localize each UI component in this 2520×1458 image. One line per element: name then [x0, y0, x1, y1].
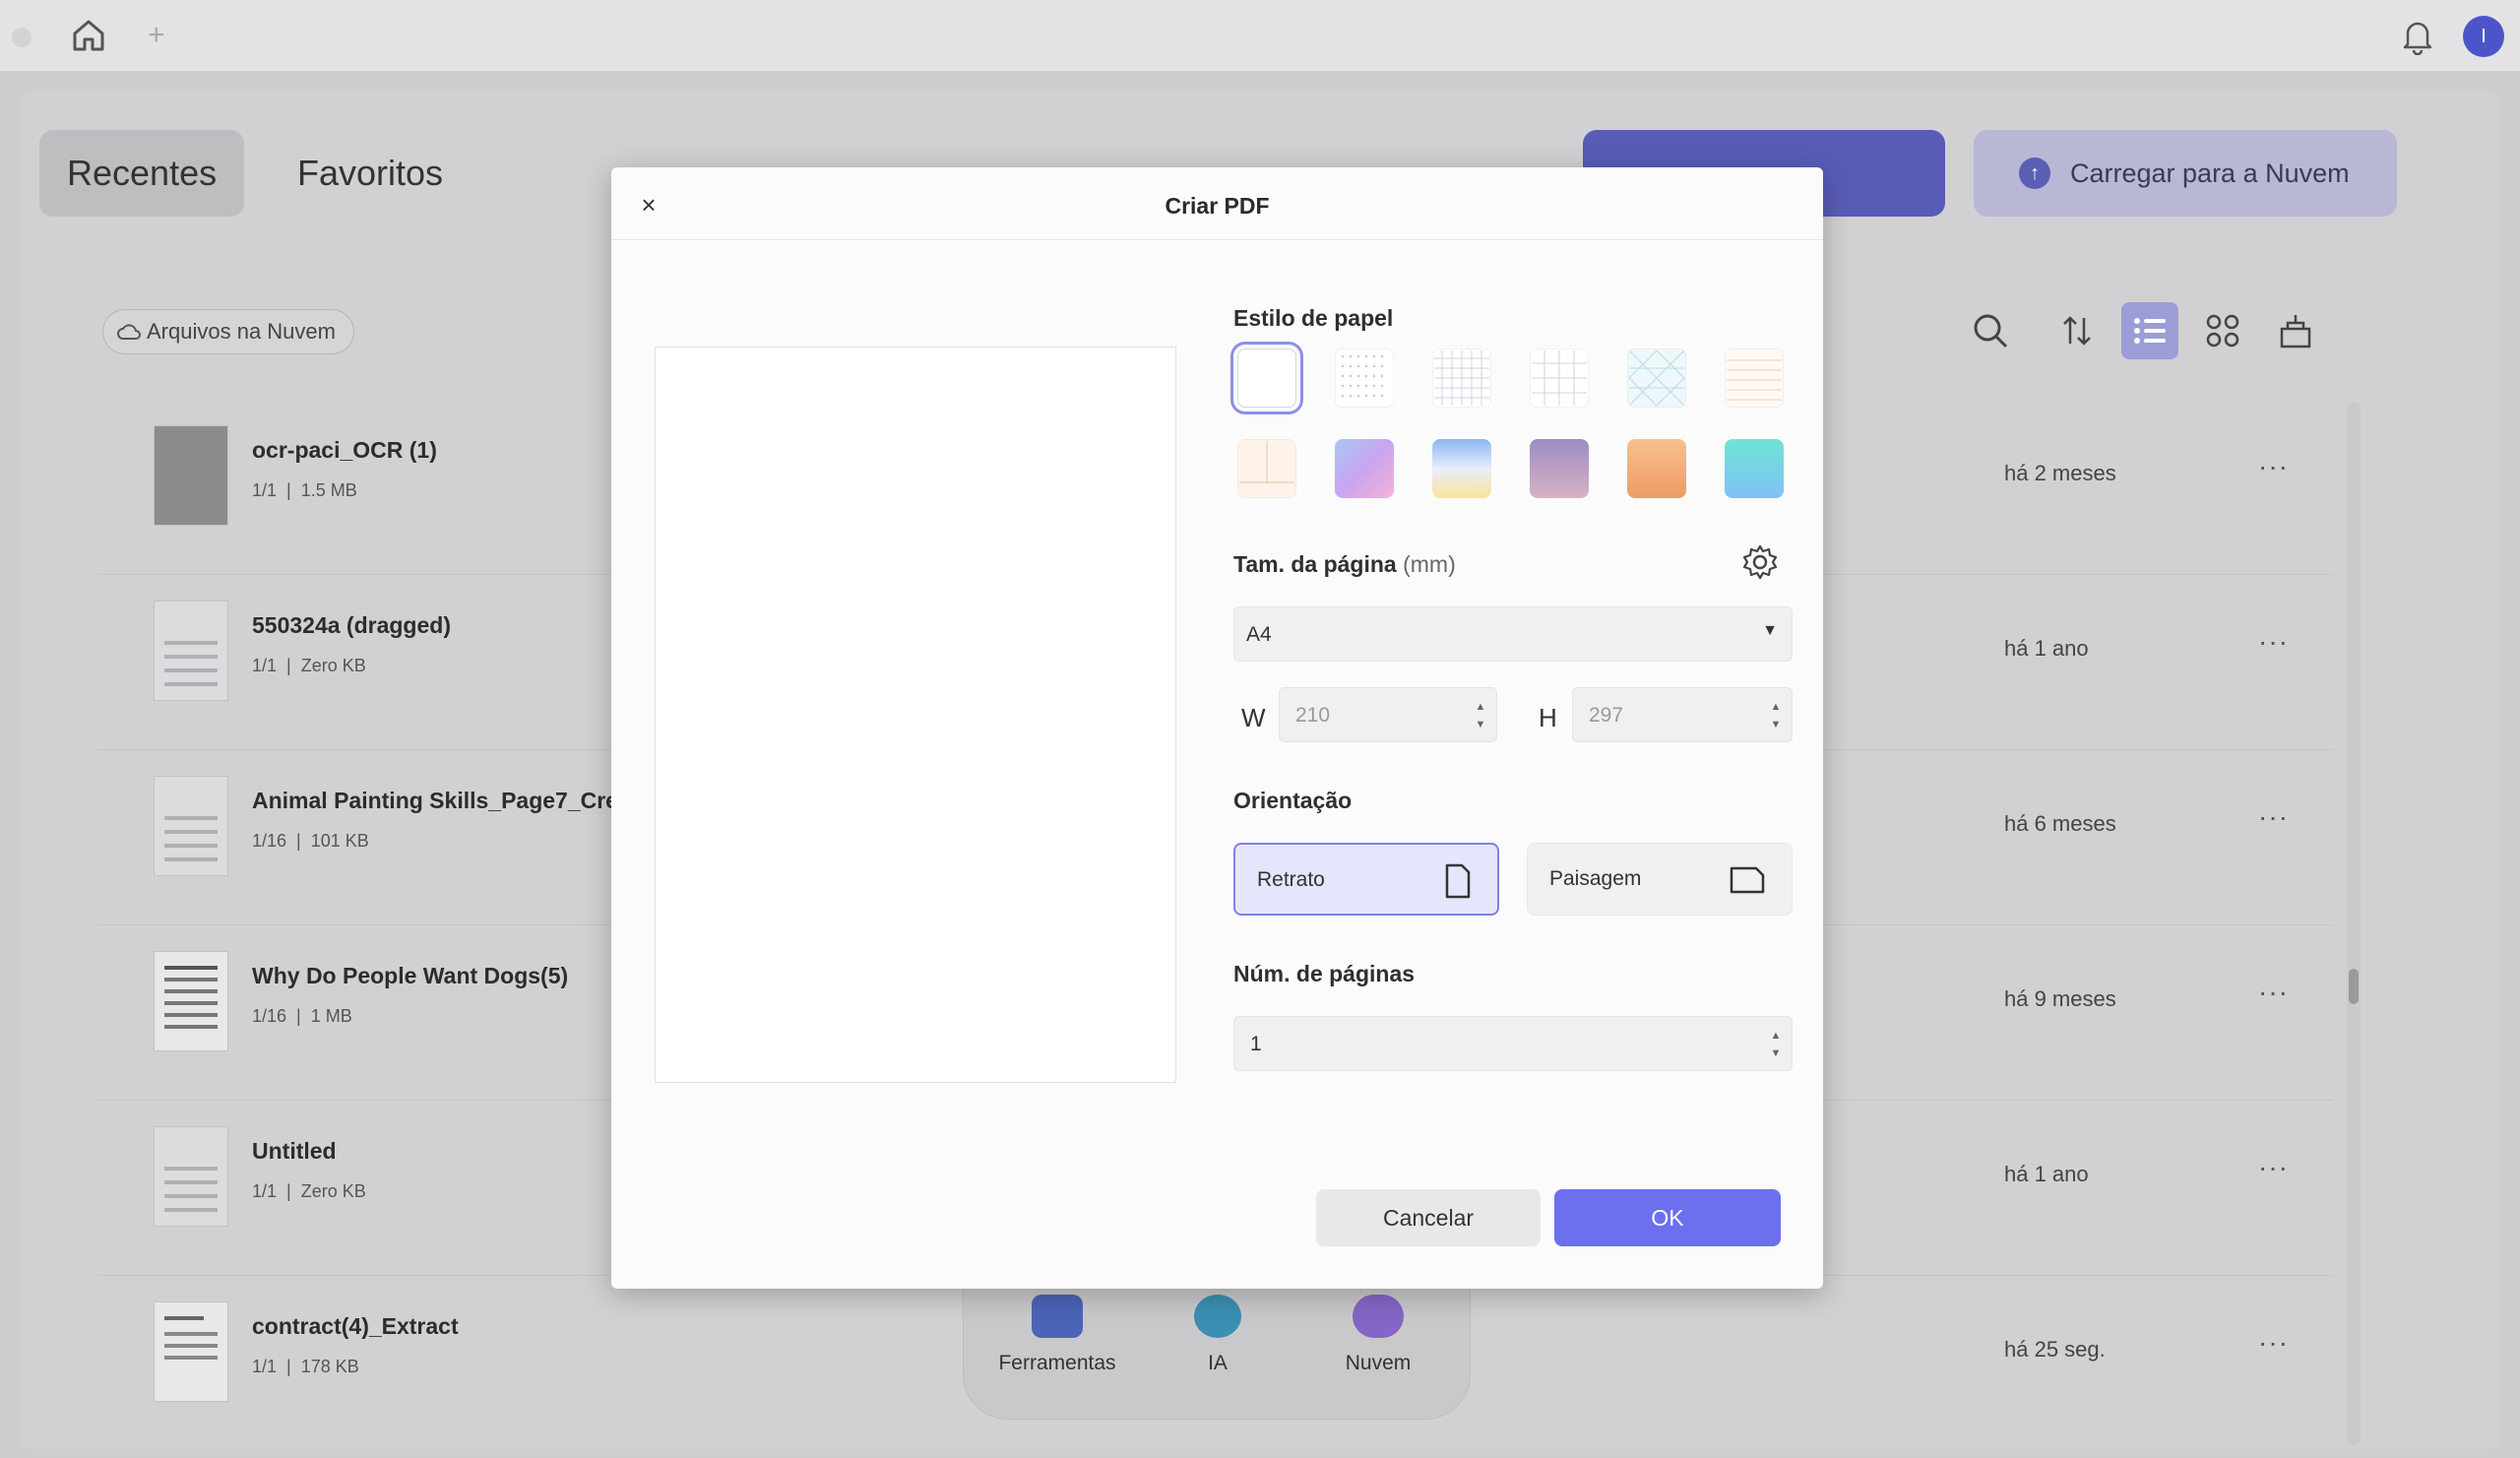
orientation-landscape-option[interactable]: Paisagem — [1527, 843, 1793, 916]
cancel-button[interactable]: Cancelar — [1316, 1189, 1541, 1246]
paper-style-label: Estilo de papel — [1233, 305, 1394, 331]
num-pages-stepper-icon[interactable]: ▲ ▼ — [1770, 1027, 1782, 1062]
page-size-label: Tam. da página (mm) — [1233, 551, 1456, 577]
ok-button[interactable]: OK — [1554, 1189, 1781, 1246]
dialog-header: × Criar PDF — [611, 167, 1823, 240]
caret-down-icon: ▼ — [1762, 622, 1778, 639]
portrait-page-icon — [1445, 863, 1471, 899]
width-stepper-icon[interactable]: ▲ ▼ — [1475, 698, 1486, 733]
height-input[interactable]: 297 ▲ ▼ — [1572, 687, 1793, 742]
paper-style-small-grid[interactable] — [1432, 349, 1491, 408]
paper-style-dotted[interactable] — [1335, 349, 1394, 408]
paper-style-cornell[interactable] — [1237, 439, 1296, 498]
paper-style-gradient-dusk[interactable] — [1530, 439, 1589, 498]
create-pdf-dialog: × Criar PDF Estilo de papel Tam. da pági… — [611, 167, 1823, 1289]
orientation-portrait-option[interactable]: Retrato — [1233, 843, 1499, 916]
page-size-select[interactable]: A4 ▼ — [1233, 606, 1793, 662]
paper-style-gradient-peach[interactable] — [1627, 439, 1686, 498]
dialog-title: Criar PDF — [1165, 193, 1270, 219]
landscape-label: Paisagem — [1549, 867, 1642, 890]
num-pages-value: 1 — [1250, 1033, 1262, 1055]
height-value: 297 — [1589, 704, 1624, 727]
height-label: H — [1539, 703, 1557, 732]
paper-style-lined[interactable] — [1725, 349, 1784, 408]
paper-style-gradient-lilac[interactable] — [1335, 439, 1394, 498]
paper-style-isometric[interactable] — [1627, 349, 1686, 408]
landscape-page-icon — [1730, 866, 1765, 894]
num-pages-label: Núm. de páginas — [1233, 961, 1416, 986]
width-input[interactable]: 210 ▲ ▼ — [1279, 687, 1497, 742]
paper-style-gradient-aqua[interactable] — [1725, 439, 1784, 498]
paper-style-blank[interactable] — [1230, 342, 1303, 414]
paper-style-large-grid[interactable] — [1530, 349, 1589, 408]
gear-icon[interactable] — [1741, 543, 1779, 581]
page-preview — [655, 347, 1176, 1083]
portrait-label: Retrato — [1257, 868, 1325, 891]
orientation-label: Orientação — [1233, 788, 1353, 813]
page-size-value: A4 — [1246, 623, 1272, 646]
paper-style-gradient-sky[interactable] — [1432, 439, 1491, 498]
width-value: 210 — [1295, 704, 1331, 727]
num-pages-input[interactable]: 1 ▲ ▼ — [1233, 1016, 1793, 1071]
height-stepper-icon[interactable]: ▲ ▼ — [1770, 698, 1782, 733]
width-label: W — [1241, 703, 1266, 732]
